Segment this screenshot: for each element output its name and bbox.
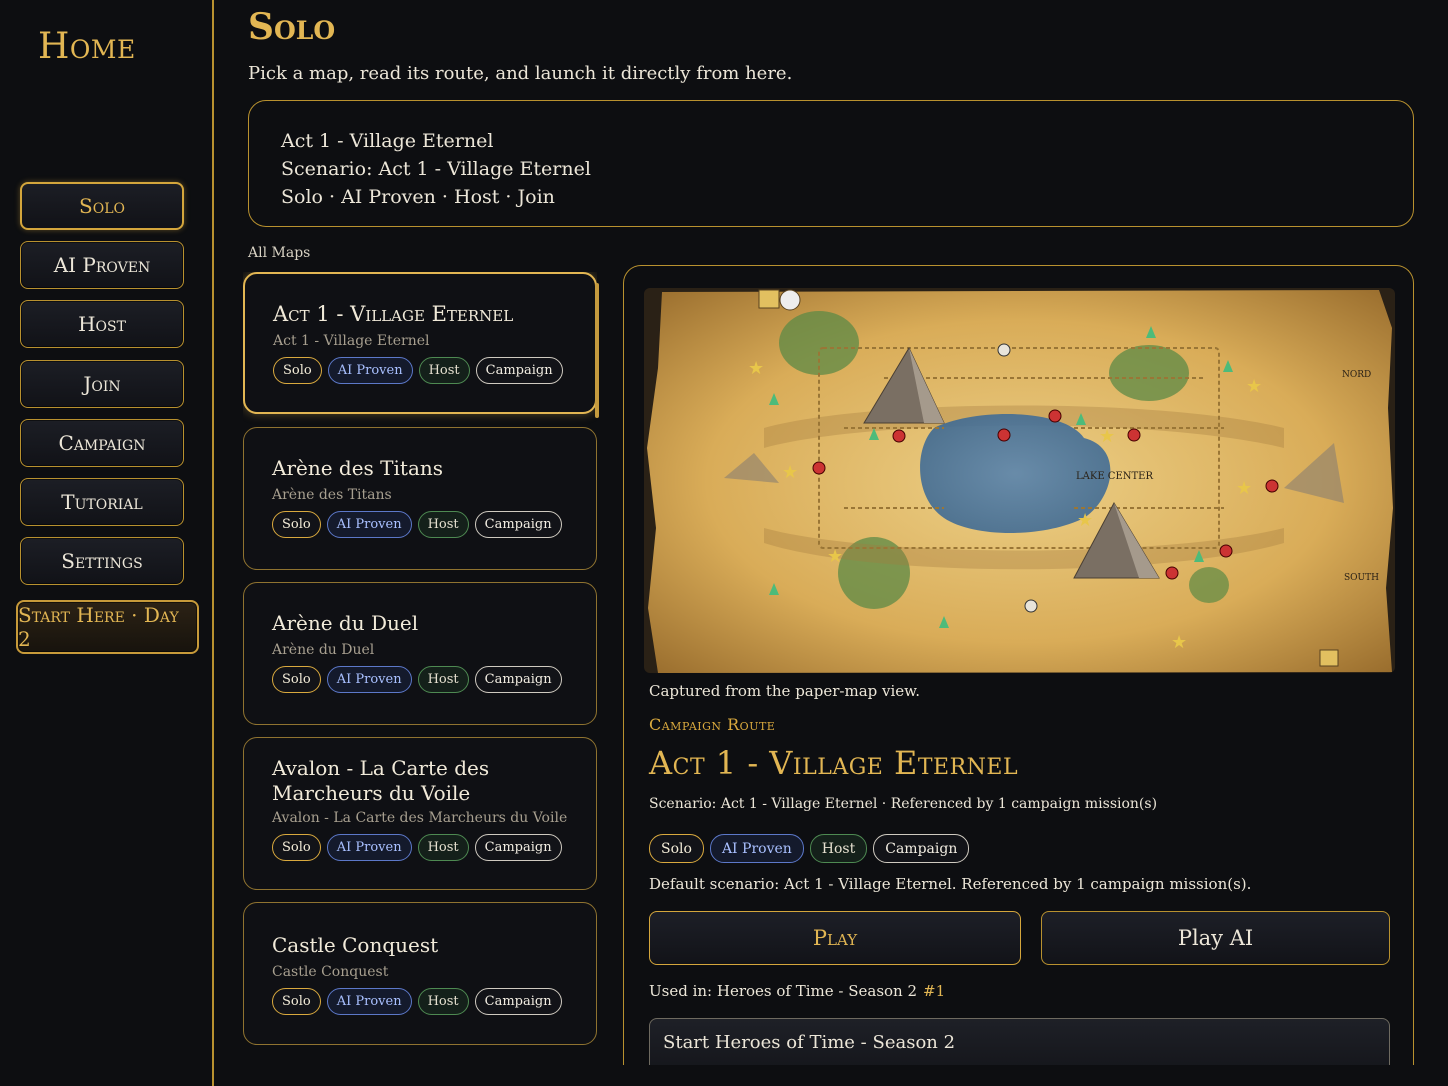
nav-tutorial-button[interactable]: Tutorial	[20, 478, 184, 526]
tag-solo: Solo	[272, 666, 321, 693]
svg-text:★: ★	[748, 358, 764, 379]
svg-text:★: ★	[1099, 426, 1115, 447]
page-subtitle: Pick a map, read its route, and launch i…	[248, 63, 793, 84]
tag-host: Host	[417, 988, 469, 1015]
nav-ai-proven-button[interactable]: AI Proven	[20, 241, 184, 289]
tag-campaign: Campaign	[474, 511, 562, 538]
tag-host: Host	[417, 666, 469, 693]
map-card-name: Arène du Duel	[272, 611, 419, 635]
tag-solo: Solo	[272, 834, 321, 861]
nav-settings-button[interactable]: Settings	[20, 537, 184, 585]
north-label: NORD	[1342, 370, 1371, 380]
tag-host: Host	[809, 834, 868, 863]
nav-campaign-button[interactable]: Campaign	[20, 419, 184, 467]
start-campaign-button[interactable]: Start Heroes of Time - Season 2	[649, 1018, 1390, 1065]
map-card-avalon[interactable]: Avalon - La Carte des Marcheurs du Voile…	[243, 737, 597, 890]
map-card-tags: Solo AI Proven Host Campaign	[272, 666, 568, 693]
map-preview-image: LAKE CENTER ★ ★ ★ ★ ★ ★ ★ ★ NORD SOUTH	[644, 288, 1395, 673]
map-card-act1-village-eternel[interactable]: Act 1 - Village Eternel Act 1 - Village …	[243, 272, 597, 414]
campaign-route-label: Campaign Route	[649, 715, 776, 734]
tag-solo: Solo	[272, 988, 321, 1015]
detail-description: Default scenario: Act 1 - Village Eterne…	[649, 875, 1252, 893]
tag-campaign: Campaign	[474, 666, 562, 693]
nav-join-button[interactable]: Join	[20, 360, 184, 408]
sidebar: Home Solo AI Proven Host Join Campaign T…	[0, 0, 214, 1086]
map-card-subname: Arène des Titans	[272, 487, 392, 503]
map-list[interactable]: Act 1 - Village Eternel Act 1 - Village …	[243, 272, 597, 1056]
map-card-subname: Castle Conquest	[272, 964, 389, 980]
tag-ai-proven: AI Proven	[709, 834, 804, 863]
map-card-name: Castle Conquest	[272, 933, 439, 957]
tag-solo: Solo	[649, 834, 704, 863]
tag-host: Host	[417, 834, 469, 861]
main-content: Solo Pick a map, read its route, and lau…	[243, 0, 1418, 1086]
tag-host: Host	[417, 511, 469, 538]
tag-ai-proven: AI Proven	[326, 834, 412, 861]
svg-text:★: ★	[782, 462, 798, 483]
tag-solo: Solo	[272, 511, 321, 538]
tag-ai-proven: AI Proven	[326, 666, 412, 693]
tag-ai-proven: AI Proven	[326, 988, 412, 1015]
used-in-text: Used in: Heroes of Time - Season 2	[649, 982, 918, 1000]
tag-solo: Solo	[273, 357, 322, 384]
tag-campaign: Campaign	[873, 834, 970, 863]
map-card-tags: Solo AI Proven Host Campaign	[272, 988, 568, 1015]
map-detail-panel: LAKE CENTER ★ ★ ★ ★ ★ ★ ★ ★ NORD SOUTH C…	[623, 265, 1414, 1065]
detail-meta: Scenario: Act 1 - Village Eternel · Refe…	[649, 796, 1158, 812]
svg-text:★: ★	[1171, 632, 1187, 653]
detail-tags: Solo AI Proven Host Campaign	[649, 834, 970, 863]
nav-host-button[interactable]: Host	[20, 300, 184, 348]
page-title: Solo	[248, 6, 336, 48]
map-card-subname: Avalon - La Carte des Marcheurs du Voile	[272, 810, 568, 826]
detail-map-title: Act 1 - Village Eternel	[649, 744, 1019, 782]
tag-ai-proven: AI Proven	[327, 357, 413, 384]
summary-modes: Solo · AI Proven · Host · Join	[281, 186, 555, 208]
paper-map-illustration: LAKE CENTER ★ ★ ★ ★ ★ ★ ★ ★ NORD SOUTH	[644, 288, 1395, 673]
start-here-button[interactable]: Start Here · Day 2	[16, 600, 199, 654]
map-card-name: Avalon - La Carte des Marcheurs du Voile	[272, 756, 490, 805]
map-card-name: Arène des Titans	[272, 456, 444, 480]
map-card-subname: Act 1 - Village Eternel	[273, 333, 430, 349]
tag-ai-proven: AI Proven	[326, 511, 412, 538]
tag-campaign: Campaign	[475, 357, 563, 384]
play-ai-button[interactable]: Play AI	[1041, 911, 1390, 965]
used-in: Used in: Heroes of Time - Season 2 #1	[649, 982, 945, 1000]
home-title[interactable]: Home	[38, 26, 136, 67]
svg-text:★: ★	[1236, 478, 1252, 499]
map-card-arene-du-duel[interactable]: Arène du Duel Arène du Duel Solo AI Prov…	[243, 582, 597, 725]
map-card-castle-conquest[interactable]: Castle Conquest Castle Conquest Solo AI …	[243, 902, 597, 1045]
map-caption: Captured from the paper-map view.	[649, 682, 920, 700]
tag-campaign: Campaign	[474, 988, 562, 1015]
summary-scenario: Scenario: Act 1 - Village Eternel	[281, 158, 591, 180]
svg-text:★: ★	[1077, 510, 1093, 531]
map-card-name: Act 1 - Village Eternel	[273, 302, 514, 326]
play-button[interactable]: Play	[649, 911, 1021, 965]
lake-center-label: LAKE CENTER	[1076, 471, 1153, 482]
svg-text:★: ★	[827, 546, 843, 567]
map-list-scrollbar[interactable]	[595, 283, 599, 418]
tag-campaign: Campaign	[474, 834, 562, 861]
tag-host: Host	[418, 357, 470, 384]
svg-text:★: ★	[1246, 376, 1262, 397]
all-maps-heading: All Maps	[248, 245, 311, 261]
south-label: SOUTH	[1344, 573, 1379, 583]
summary-map-name: Act 1 - Village Eternel	[281, 130, 494, 152]
map-card-tags: Solo AI Proven Host Campaign	[273, 357, 567, 384]
map-card-tags: Solo AI Proven Host Campaign	[272, 834, 568, 861]
map-card-arene-des-titans[interactable]: Arène des Titans Arène des Titans Solo A…	[243, 427, 597, 570]
used-in-number[interactable]: #1	[923, 982, 945, 1000]
selection-summary: Act 1 - Village Eternel Scenario: Act 1 …	[248, 100, 1414, 227]
nav-solo-button[interactable]: Solo	[20, 182, 184, 230]
map-card-subname: Arène du Duel	[272, 642, 375, 658]
map-card-tags: Solo AI Proven Host Campaign	[272, 511, 568, 538]
